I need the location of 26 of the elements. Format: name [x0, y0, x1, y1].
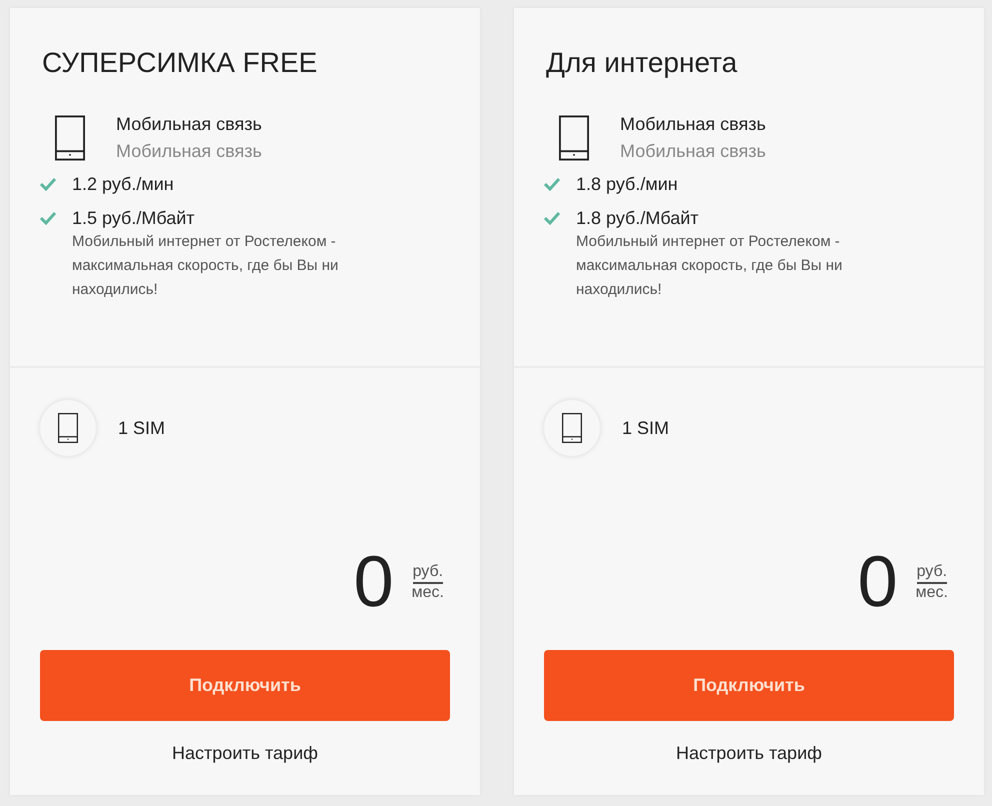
feature-label: 1.8 руб./мин — [576, 173, 678, 196]
phone-icon — [55, 115, 85, 161]
phone-icon — [562, 412, 582, 444]
price-period: мес. — [916, 584, 948, 602]
sim-count: 1 SIM — [118, 418, 166, 438]
price-value: 0 — [858, 546, 898, 618]
tariff-title: СУПЕРСИМКА FREE — [42, 46, 318, 80]
price-value: 0 — [354, 546, 394, 618]
customize-link[interactable]: Настроить тариф — [676, 743, 822, 764]
feature-description: Мобильный интернет от Ростелеком - максимальная скорость, где бы Вы ни находились! — [72, 232, 340, 300]
feature-label: 1.5 руб./Мбайт — [72, 207, 195, 230]
feature-description: Мобильный интернет от Ростелеком - максимальная скорость, где бы Вы ни находились! — [576, 232, 844, 300]
phone-icon — [559, 115, 589, 161]
price-unit: руб. — [412, 562, 444, 584]
service-name: Мобильная связь — [620, 114, 766, 135]
feature-label: 1.8 руб./Мбайт — [576, 207, 699, 230]
sim-count: 1 SIM — [622, 418, 670, 438]
price-period: мес. — [412, 584, 444, 602]
feature-label: 1.2 руб./мин — [72, 173, 174, 196]
price-unit: руб. — [916, 562, 948, 584]
phone-icon — [58, 412, 78, 444]
customize-link[interactable]: Настроить тариф — [172, 743, 318, 764]
service-subtitle: Мобильная связь — [116, 141, 262, 162]
service-name: Мобильная связь — [116, 114, 262, 135]
service-subtitle: Мобильная связь — [620, 141, 766, 162]
tariff-title: Для интернета — [546, 46, 738, 80]
